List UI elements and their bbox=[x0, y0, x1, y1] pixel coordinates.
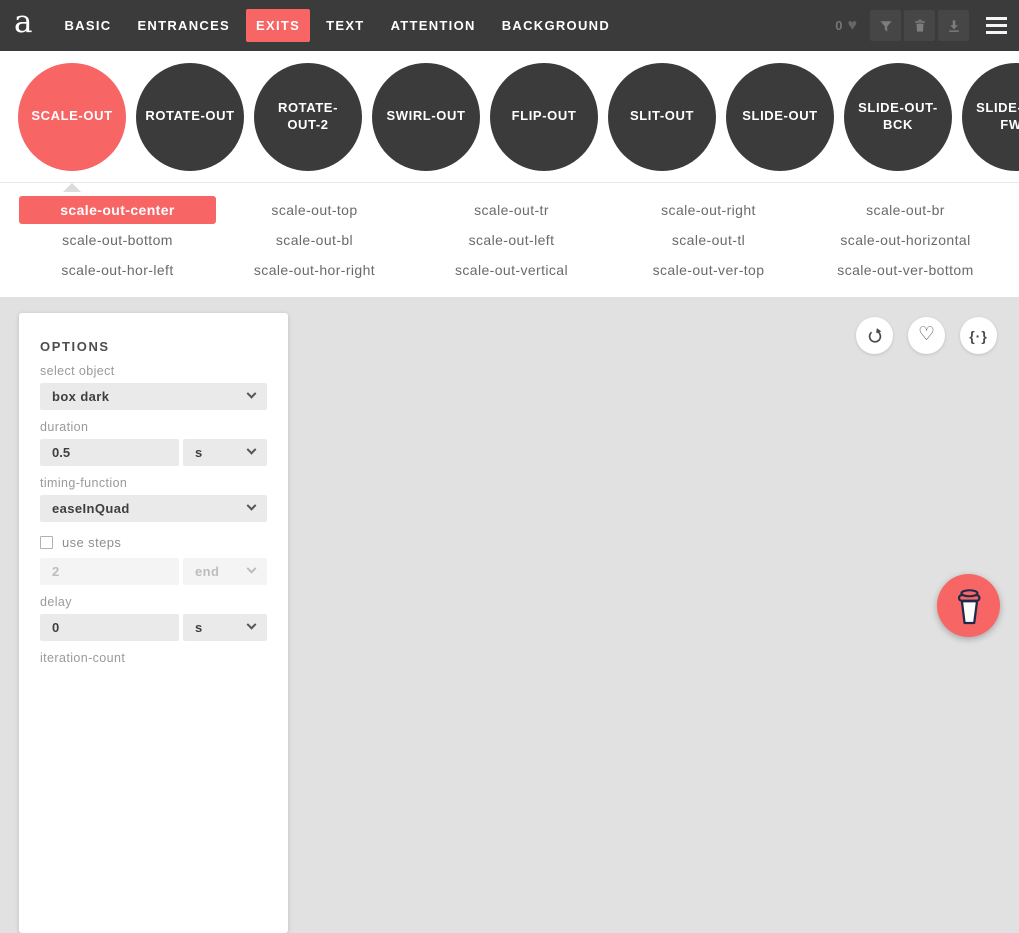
delay-label: delay bbox=[40, 595, 267, 609]
nav-item-exits[interactable]: EXITS bbox=[246, 9, 310, 42]
filter-button[interactable] bbox=[870, 10, 901, 41]
preview-area: OPTIONS select object box dark duration … bbox=[0, 297, 1019, 654]
iteration-count-label: iteration-count bbox=[40, 651, 267, 665]
filter-icon bbox=[878, 18, 894, 34]
buy-coffee-button[interactable] bbox=[937, 574, 1000, 637]
category-scale-out[interactable]: SCALE-OUT bbox=[18, 63, 126, 171]
chevron-down-icon bbox=[247, 620, 257, 630]
chevron-down-icon bbox=[247, 501, 257, 511]
timing-function-value: easeInQuad bbox=[52, 501, 130, 516]
use-steps-label: use steps bbox=[62, 535, 121, 550]
category-strip: SCALE-OUT ROTATE-OUT ROTATE-OUT-2 SWIRL-… bbox=[0, 51, 1019, 183]
selected-category-pointer bbox=[63, 183, 81, 192]
variant-scale-out-bottom[interactable]: scale-out-bottom bbox=[62, 232, 173, 248]
variant-scale-out-right[interactable]: scale-out-right bbox=[661, 202, 756, 218]
timing-function-label: timing-function bbox=[40, 476, 267, 490]
duration-unit-dropdown[interactable]: s bbox=[183, 439, 267, 466]
trash-button[interactable] bbox=[904, 10, 935, 41]
variant-scale-out-ver-bottom[interactable]: scale-out-ver-bottom bbox=[837, 262, 973, 278]
duration-input[interactable] bbox=[40, 439, 179, 466]
nav-item-text[interactable]: TEXT bbox=[316, 9, 374, 42]
variants-grid: scale-out-center scale-out-top scale-out… bbox=[19, 195, 1004, 285]
variant-scale-out-hor-right[interactable]: scale-out-hor-right bbox=[254, 262, 375, 278]
variant-scale-out-tl[interactable]: scale-out-tl bbox=[672, 232, 745, 248]
select-object-value: box dark bbox=[52, 389, 109, 404]
chevron-down-icon bbox=[247, 445, 257, 455]
category-slide-out-fwd[interactable]: SLIDE-OUT-FWD bbox=[962, 63, 1019, 171]
variant-scale-out-hor-left[interactable]: scale-out-hor-left bbox=[61, 262, 173, 278]
select-object-label: select object bbox=[40, 364, 267, 378]
favorite-button[interactable]: ♡ bbox=[908, 317, 945, 354]
variant-scale-out-bl[interactable]: scale-out-bl bbox=[276, 232, 353, 248]
replay-icon bbox=[865, 326, 885, 346]
app-logo[interactable]: a bbox=[14, 7, 32, 38]
category-slide-out-bck[interactable]: SLIDE-OUT-BCK bbox=[844, 63, 952, 171]
download-icon bbox=[946, 18, 962, 34]
variant-scale-out-horizontal[interactable]: scale-out-horizontal bbox=[840, 232, 970, 248]
category-flip-out[interactable]: FLIP-OUT bbox=[490, 63, 598, 171]
variant-scale-out-left[interactable]: scale-out-left bbox=[469, 232, 555, 248]
nav-item-attention[interactable]: ATTENTION bbox=[381, 9, 486, 42]
nav-item-entrances[interactable]: ENTRANCES bbox=[127, 9, 240, 42]
delay-input[interactable] bbox=[40, 614, 179, 641]
replay-button[interactable] bbox=[856, 317, 893, 354]
delay-unit-value: s bbox=[195, 620, 203, 635]
variant-scale-out-tr[interactable]: scale-out-tr bbox=[474, 202, 549, 218]
code-icon: {·} bbox=[969, 328, 988, 344]
nav-item-basic[interactable]: BASIC bbox=[54, 9, 121, 42]
use-steps-checkbox[interactable] bbox=[40, 536, 53, 549]
preview-actions: ♡ {·} bbox=[856, 317, 997, 354]
category-rotate-out-2[interactable]: ROTATE-OUT-2 bbox=[254, 63, 362, 171]
variant-scale-out-vertical[interactable]: scale-out-vertical bbox=[455, 262, 568, 278]
favorites-counter: 0 ♥ bbox=[835, 18, 857, 34]
category-slit-out[interactable]: SLIT-OUT bbox=[608, 63, 716, 171]
chevron-down-icon bbox=[247, 564, 257, 574]
main-menu: BASIC ENTRANCES EXITS TEXT ATTENTION BAC… bbox=[54, 9, 620, 42]
variant-scale-out-ver-top[interactable]: scale-out-ver-top bbox=[653, 262, 765, 278]
steps-position-value: end bbox=[195, 564, 219, 579]
favorites-count: 0 bbox=[835, 18, 842, 33]
steps-position-dropdown: end bbox=[183, 558, 267, 585]
category-slide-out[interactable]: SLIDE-OUT bbox=[726, 63, 834, 171]
variant-scale-out-center[interactable]: scale-out-center bbox=[19, 196, 216, 224]
heart-outline-icon: ♡ bbox=[918, 325, 935, 344]
use-steps-row[interactable]: use steps bbox=[40, 535, 267, 550]
variant-scale-out-top[interactable]: scale-out-top bbox=[271, 202, 357, 218]
nav-item-background[interactable]: BACKGROUND bbox=[492, 9, 620, 42]
timing-function-dropdown[interactable]: easeInQuad bbox=[40, 495, 267, 522]
top-navbar: a BASIC ENTRANCES EXITS TEXT ATTENTION B… bbox=[0, 0, 1019, 51]
steps-input bbox=[40, 558, 179, 585]
category-swirl-out[interactable]: SWIRL-OUT bbox=[372, 63, 480, 171]
options-panel: OPTIONS select object box dark duration … bbox=[19, 313, 288, 933]
category-rotate-out[interactable]: ROTATE-OUT bbox=[136, 63, 244, 171]
trash-icon bbox=[912, 18, 928, 34]
delay-unit-dropdown[interactable]: s bbox=[183, 614, 267, 641]
menu-icon[interactable] bbox=[984, 9, 1009, 42]
coffee-cup-icon bbox=[952, 585, 986, 627]
variant-scale-out-br[interactable]: scale-out-br bbox=[866, 202, 945, 218]
chevron-down-icon bbox=[247, 389, 257, 399]
duration-unit-value: s bbox=[195, 445, 203, 460]
navbar-toolbar: 0 ♥ bbox=[835, 9, 1019, 42]
options-title: OPTIONS bbox=[40, 339, 267, 354]
download-button[interactable] bbox=[938, 10, 969, 41]
duration-label: duration bbox=[40, 420, 267, 434]
select-object-dropdown[interactable]: box dark bbox=[40, 383, 267, 410]
code-button[interactable]: {·} bbox=[960, 317, 997, 354]
heart-icon: ♥ bbox=[848, 18, 858, 34]
variants-section: scale-out-center scale-out-top scale-out… bbox=[0, 183, 1019, 297]
